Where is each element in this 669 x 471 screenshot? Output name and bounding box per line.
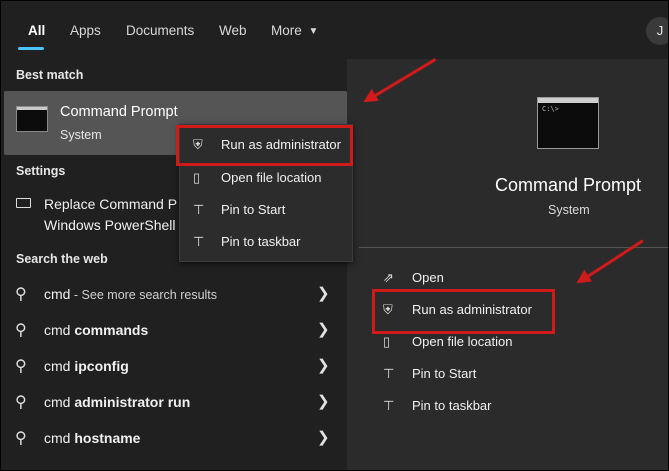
web-result-text: cmd hostname bbox=[44, 430, 141, 446]
avatar[interactable]: J bbox=[646, 17, 668, 45]
web-result-item[interactable]: ⚲ cmd ipconfig ❯ bbox=[1, 348, 347, 384]
action-pin-to-taskbar[interactable]: ⊤ Pin to taskbar bbox=[357, 390, 657, 420]
best-match-title: Command Prompt bbox=[60, 104, 178, 120]
web-result-item[interactable]: ⚲ cmd administrator run ❯ bbox=[1, 384, 347, 420]
search-icon: ⚲ bbox=[15, 430, 27, 447]
chevron-right-icon: ❯ bbox=[317, 393, 330, 410]
web-result-text: cmd ipconfig bbox=[44, 358, 129, 374]
best-match-subtitle: System bbox=[60, 128, 102, 142]
tab-documents[interactable]: Documents bbox=[126, 23, 194, 38]
action-open-file-location-label: Open file location bbox=[412, 334, 513, 349]
tab-apps[interactable]: Apps bbox=[70, 23, 101, 38]
chevron-right-icon: ❯ bbox=[317, 321, 330, 338]
settings-heading: Settings bbox=[16, 164, 66, 178]
pin-icon: ⊤ bbox=[383, 366, 395, 381]
pin-icon: ⊤ bbox=[193, 202, 205, 217]
search-window: All Apps Documents Web More ▼ J Best mat… bbox=[0, 0, 669, 471]
pin-icon: ⊤ bbox=[193, 234, 205, 249]
search-icon: ⚲ bbox=[15, 322, 27, 339]
settings-list-icon bbox=[16, 198, 31, 208]
search-web-heading: Search the web bbox=[16, 252, 108, 266]
action-pin-to-start-label: Pin to Start bbox=[412, 366, 477, 381]
open-icon: ⇗ bbox=[383, 270, 394, 285]
tab-all[interactable]: All bbox=[28, 23, 45, 38]
action-pin-to-start[interactable]: ⊤ Pin to Start bbox=[357, 358, 657, 388]
chevron-down-icon: ▼ bbox=[308, 26, 319, 37]
context-item-label: Open file location bbox=[221, 170, 322, 185]
web-result-item[interactable]: ⚲ cmd - See more search results ❯ bbox=[1, 276, 347, 312]
chevron-right-icon: ❯ bbox=[317, 429, 330, 446]
search-tabs-bar: All Apps Documents Web More ▼ J bbox=[1, 1, 668, 59]
tab-more-label: More bbox=[271, 23, 302, 38]
folder-icon: ▯ bbox=[383, 334, 391, 349]
preview-divider bbox=[359, 247, 668, 248]
web-result-text: cmd commands bbox=[44, 322, 149, 338]
active-tab-indicator bbox=[18, 47, 44, 50]
chevron-right-icon: ❯ bbox=[317, 357, 330, 374]
search-icon: ⚲ bbox=[15, 394, 27, 411]
chevron-right-icon: ❯ bbox=[317, 285, 330, 302]
tab-web[interactable]: Web bbox=[219, 23, 247, 38]
preview-subtitle: System bbox=[548, 203, 590, 217]
web-result-item[interactable]: ⚲ cmd commands ❯ bbox=[1, 312, 347, 348]
context-open-file-location[interactable]: ▯ Open file location bbox=[180, 163, 352, 193]
web-result-text: cmd administrator run bbox=[44, 394, 191, 410]
settings-item-line1: Replace Command P bbox=[44, 196, 178, 212]
folder-icon: ▯ bbox=[193, 170, 201, 185]
preview-title: Command Prompt bbox=[495, 175, 642, 195]
context-pin-to-start[interactable]: ⊤ Pin to Start bbox=[180, 195, 352, 225]
command-prompt-icon bbox=[537, 97, 599, 149]
annotation-highlight-box bbox=[372, 289, 555, 334]
search-icon: ⚲ bbox=[15, 358, 27, 375]
best-match-heading: Best match bbox=[16, 68, 84, 82]
pin-icon: ⊤ bbox=[383, 398, 395, 413]
context-item-label: Pin to taskbar bbox=[221, 234, 301, 249]
context-pin-to-taskbar[interactable]: ⊤ Pin to taskbar bbox=[180, 227, 352, 257]
web-result-item[interactable]: ⚲ cmd hostname ❯ bbox=[1, 420, 347, 456]
action-open[interactable]: ⇗ Open bbox=[357, 262, 657, 292]
settings-item-line2: Windows PowerShell bbox=[44, 217, 176, 233]
tab-more[interactable]: More ▼ bbox=[271, 23, 318, 38]
command-prompt-icon bbox=[16, 106, 48, 132]
search-icon: ⚲ bbox=[15, 286, 27, 303]
action-pin-to-taskbar-label: Pin to taskbar bbox=[412, 398, 492, 413]
annotation-highlight-box bbox=[176, 125, 353, 166]
context-item-label: Pin to Start bbox=[221, 202, 286, 217]
web-result-text: cmd - See more search results bbox=[44, 286, 218, 302]
action-open-label: Open bbox=[412, 270, 444, 285]
